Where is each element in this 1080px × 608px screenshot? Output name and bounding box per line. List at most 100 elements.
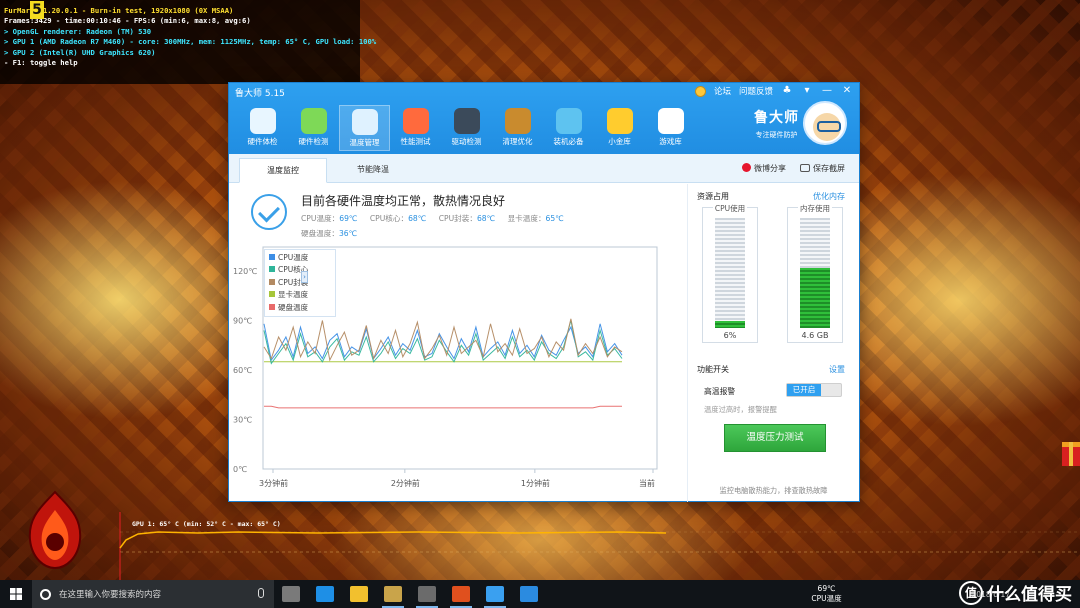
taskbar-app-gpu-tool[interactable] [410,580,444,608]
edge-icon [316,586,334,602]
nav-item-speedometer[interactable]: 性能测试 [390,105,441,151]
minimize-button[interactable]: — [821,85,833,97]
start-button[interactable] [0,580,32,608]
toggle-on-label: 已开启 [787,384,821,396]
disk-temp-value: 36℃ [338,229,358,238]
watermark-ring-icon: 值 [959,580,983,605]
nav-item-gear[interactable]: 驱动检测 [441,105,492,151]
monitor-panel: 目前各硬件温度均正常，散热情况良好 CPU温度：69℃ CPU核心：68℃ CP… [229,184,687,502]
nav-item-gamepad[interactable]: 游戏库 [645,105,696,151]
resources-title: 资源占用 [697,192,729,201]
temperature-stress-test-button[interactable]: 温度压力测试 [724,424,826,452]
status-headline: 目前各硬件温度均正常，散热情况良好 [301,194,506,208]
nav-item-broom[interactable]: 清理优化 [492,105,543,151]
mascot-avatar[interactable] [803,101,847,145]
nav-item-chip[interactable]: 硬件检测 [288,105,339,151]
nav-label: 清理优化 [502,137,533,146]
pin-app-icon [520,586,538,602]
gold-icon [606,108,633,134]
titlebar-actions: 论坛 问题反馈 ♣ ▾ — ✕ [694,85,853,97]
status-temps-line2: 硬盘温度：36℃ [301,229,358,238]
nav-item-monitor[interactable]: 硬件体检 [237,105,288,151]
legend-item[interactable]: CPU温度 [265,252,335,264]
furmark-frames: Frames:3429 - time:00:10:46 - FPS:6 (min… [4,16,251,26]
status-temps-line1: CPU温度：69℃ CPU核心：68℃ CPU封装：68℃ 显卡温度：65℃ [301,214,564,223]
legend-label: 硬盘温度 [278,302,308,312]
legend-swatch [269,291,275,298]
nav-label: 性能测试 [400,137,431,146]
tray-cpu-temp[interactable]: 69℃ CPU温度 [802,584,852,604]
y-tick-label: 30℃ [233,416,252,425]
y-tick-label: 120℃ [233,267,257,276]
memory-usage-label: 内存使用 [798,204,832,213]
taskbar: 在这里输入你要搜索的内容 69℃ CPU温度 2018/6/17 [0,580,1080,608]
save-screenshot-button[interactable]: 保存截屏 [800,163,845,174]
window-title: 鲁大师 5.15 [235,89,285,99]
legend-collapse-icon[interactable]: › [301,271,308,283]
x-tick-label: 1分钟前 [521,478,550,488]
furmark-info-overlay: FurMark v1.20.0.1 - Burn-in test, 1920x1… [4,6,376,68]
nav-item-cube[interactable]: 装机必备 [543,105,594,151]
legend-swatch [269,278,275,285]
check-icon [251,194,287,230]
furmark-help: - F1: toggle help [4,58,78,68]
alarm-description: 温度过高时，报警提醒 [704,405,777,414]
taskbar-app-edge[interactable] [308,580,342,608]
taskbar-app-file-explorer[interactable] [342,580,376,608]
microphone-icon[interactable] [258,588,264,598]
speedometer-icon [402,108,429,134]
taskbar-search[interactable]: 在这里输入你要搜索的内容 [32,580,274,608]
windows-logo-icon [10,588,22,600]
notepad-app-icon [384,586,402,602]
tab-energy-saving[interactable]: 节能降温 [329,158,417,183]
feedback-link[interactable]: 问题反馈 [739,85,773,97]
cpu-package-value: 68℃ [476,214,496,223]
furmark-gpu1: > GPU 1 (AMD Radeon R7 M460) - core: 300… [4,37,377,47]
optimize-memory-link[interactable]: 优化内存 [813,191,845,202]
legend-item[interactable]: CPU封装 [265,277,335,289]
features-title: 功能开关 [697,365,729,374]
tab-temperature-monitor[interactable]: 温度监控 [239,158,327,183]
broom-icon [504,108,531,134]
high-temp-alarm-toggle[interactable]: 已开启 [786,383,842,397]
furmark-title: FurMark v1.20.0.1 - Burn-in test, 1920x1… [4,6,234,15]
brand: 鲁大师 专注硬件防护 [754,101,847,145]
cpu-usage-label: CPU使用 [712,204,748,213]
nav-item-gold[interactable]: 小金库 [594,105,645,151]
gamepad-icon [657,108,684,134]
y-tick-label: 60℃ [233,366,252,375]
gpu-graph-label: GPU 1: 65° C (min: 52° C - max: 65° C) [132,520,281,528]
taskbar-app-pin-app[interactable] [512,580,546,608]
nav-label: 温度管理 [349,138,380,147]
memory-usage-gauge: 内存使用 4.6 GB [787,204,843,343]
taskbar-app-notepad-app[interactable] [376,580,410,608]
weibo-share-button[interactable]: 微博分享 [742,163,786,174]
legend-item[interactable]: 显卡温度 [265,289,335,301]
memory-usage-value: 4.6 GB [801,331,829,340]
taskbar-app-task-view[interactable] [274,580,308,608]
search-placeholder: 在这里输入你要搜索的内容 [59,590,162,600]
camera-icon [800,164,810,172]
legend-item[interactable]: CPU核心 [265,264,335,276]
nav-label: 硬件体检 [247,137,278,146]
legend-swatch [269,303,275,310]
nav-item-thermometer[interactable]: 温度管理 [339,105,390,151]
skin-icon[interactable]: ♣ [781,85,793,97]
side-panel: 资源占用 优化内存 CPU使用 6% 内存使用 4.6 GB 功能开关 设置 高… [687,184,859,502]
gear-icon [453,108,480,134]
brand-name: 鲁大师 [754,109,799,126]
medal-icon[interactable] [694,85,706,97]
nav-label: 装机必备 [553,137,584,146]
menu-button[interactable]: ▾ [801,85,813,97]
gift-widget-icon[interactable] [1058,432,1080,472]
forum-link[interactable]: 论坛 [714,85,731,97]
taskbar-app-furmark[interactable] [444,580,478,608]
cpu-temp-value: 69℃ [339,214,358,223]
nav-label: 游戏库 [659,137,682,146]
close-button[interactable]: ✕ [841,85,853,97]
settings-link[interactable]: 设置 [829,364,845,375]
y-tick-label: 0℃ [233,465,247,474]
taskbar-app-ludashi[interactable] [478,580,512,608]
legend-item[interactable]: 硬盘温度 [265,302,335,314]
chart-legend[interactable]: CPU温度 CPU核心 CPU封装 显卡温度 硬盘温度 [264,249,336,317]
